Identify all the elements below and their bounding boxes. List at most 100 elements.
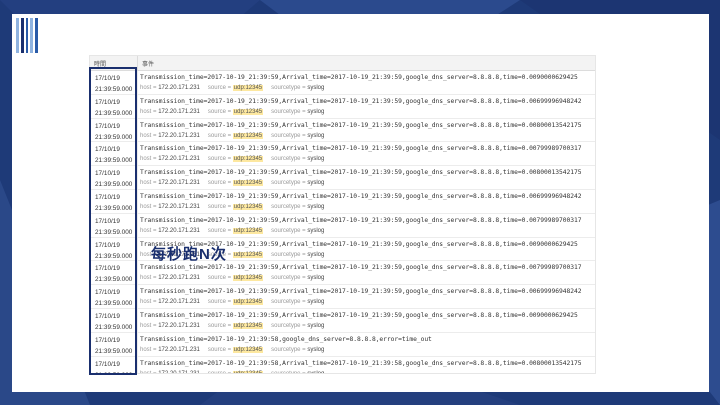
raw-event-text[interactable]: Transmission_time=2017-10-19_21:39:59,Ar… (140, 120, 595, 131)
source-field-value[interactable]: udp:12345 (232, 275, 264, 282)
host-field-value[interactable]: 172.20.171.231 (158, 109, 200, 115)
host-field-label: host = (140, 346, 157, 353)
source-field-label: source = (207, 227, 232, 234)
source-field-value[interactable]: udp:12345 (232, 346, 264, 353)
host-field-label: host = (140, 322, 157, 329)
event-cell: Transmission_time=2017-10-19_21:39:58,go… (138, 333, 595, 356)
sourcetype-field-label: sourcetype = (271, 227, 306, 234)
column-header-event[interactable]: 事件 (138, 56, 158, 70)
host-field-label: host = (140, 275, 157, 282)
event-cell: Transmission_time=2017-10-19_21:39:59,Ar… (138, 190, 595, 213)
source-field-value[interactable]: udp:12345 (232, 227, 264, 234)
sourcetype-field-label: sourcetype = (271, 251, 306, 258)
sourcetype-field-value[interactable]: syslog (307, 109, 324, 115)
source-field-label: source = (207, 346, 232, 353)
sourcetype-field-label: sourcetype = (271, 156, 306, 163)
source-field-value[interactable]: udp:12345 (232, 108, 264, 115)
event-cell: Transmission_time=2017-10-19_21:39:59,Ar… (138, 285, 595, 308)
event-cell: Transmission_time=2017-10-19_21:39:59,Ar… (138, 166, 595, 189)
table-row[interactable]: 17/10/19 21:39:59.000 Transmission_time=20… (90, 71, 595, 95)
sourcetype-field-value[interactable]: syslog (307, 85, 324, 91)
table-row[interactable]: 17/10/19 21:39:59.000 Transmission_time=20… (90, 94, 595, 119)
sourcetype-field-value[interactable]: syslog (307, 252, 324, 258)
host-field-value[interactable]: 172.20.171.231 (158, 371, 200, 373)
source-field-value[interactable]: udp:12345 (232, 203, 264, 210)
raw-event-text[interactable]: Transmission_time=2017-10-19_21:39:58,Ar… (140, 358, 595, 369)
source-field-value[interactable]: udp:12345 (232, 299, 264, 306)
source-field-label: source = (207, 180, 232, 187)
source-field-value[interactable]: udp:12345 (232, 180, 264, 187)
sourcetype-field-value[interactable]: syslog (307, 156, 324, 162)
table-row[interactable]: 17/10/19 21:39:59.000 Transmission_time=20… (90, 189, 595, 214)
table-row[interactable]: 17/10/19 21:39:59.000 Transmission_time=20… (90, 332, 595, 357)
host-field-value[interactable]: 172.20.171.231 (158, 228, 200, 234)
source-field-value[interactable]: udp:12345 (232, 322, 264, 329)
table-row[interactable]: 17/10/19 21:39:59.000 Transmission_time=20… (90, 308, 595, 333)
table-row[interactable]: 17/10/19 21:39:59.000 Transmission_time=20… (90, 213, 595, 238)
host-field-label: host = (140, 370, 157, 374)
sourcetype-field-label: sourcetype = (271, 108, 306, 115)
table-row[interactable]: 17/10/19 21:39:59.000 Transmission_time=20… (90, 166, 595, 190)
raw-event-text[interactable]: Transmission_time=2017-10-19_21:39:59,Ar… (140, 167, 595, 178)
source-field-label: source = (207, 203, 232, 210)
sourcetype-field-value[interactable]: syslog (307, 371, 324, 373)
host-field-value[interactable]: 172.20.171.231 (158, 156, 200, 162)
source-field-label: source = (207, 85, 232, 91)
raw-event-text[interactable]: Transmission_time=2017-10-19_21:39:59,Ar… (140, 286, 595, 297)
raw-event-text[interactable]: Transmission_time=2017-10-19_21:39:59,Ar… (140, 72, 595, 83)
host-field-value[interactable]: 172.20.171.231 (158, 299, 200, 305)
sourcetype-field-value[interactable]: syslog (307, 133, 324, 139)
sourcetype-field-label: sourcetype = (271, 346, 306, 353)
event-fields: host = 172.20.171.231 source = udp:12345 s… (140, 202, 595, 212)
host-field-value[interactable]: 172.20.171.231 (158, 180, 200, 186)
source-field-value[interactable]: udp:12345 (232, 370, 264, 373)
host-field-value[interactable]: 172.20.171.231 (158, 204, 200, 210)
table-row[interactable]: 17/10/19 21:39:59.000 Transmission_time=20… (90, 285, 595, 309)
sourcetype-field-label: sourcetype = (271, 132, 306, 139)
host-field-value[interactable]: 172.20.171.231 (158, 85, 200, 91)
host-field-value[interactable]: 172.20.171.231 (158, 275, 200, 281)
raw-event-text[interactable]: Transmission_time=2017-10-19_21:39:59,Ar… (140, 215, 595, 226)
sourcetype-field-value[interactable]: syslog (307, 323, 324, 329)
host-field-label: host = (140, 203, 157, 210)
table-row[interactable]: 17/10/1921:39:58.000Transmission_time=20… (90, 356, 595, 374)
table-body: 17/10/19 21:39:59.000 Transmission_time=20… (90, 71, 595, 374)
host-field-label: host = (140, 85, 157, 91)
sourcetype-field-value[interactable]: syslog (307, 204, 324, 210)
host-field-value[interactable]: 172.20.171.231 (158, 133, 200, 139)
table-row[interactable]: 17/10/19 21:39:59.000 Transmission_time=20… (90, 261, 595, 286)
event-cell: Transmission_time=2017-10-19_21:39:59,Ar… (138, 142, 595, 165)
source-field-value[interactable]: udp:12345 (232, 251, 264, 258)
source-field-value[interactable]: udp:12345 (232, 156, 264, 163)
sourcetype-field-value[interactable]: syslog (307, 275, 324, 281)
event-fields: host = 172.20.171.231 source = udp:12345 s… (140, 131, 595, 141)
raw-event-text[interactable]: Transmission_time=2017-10-19_21:39:59,Ar… (140, 310, 595, 321)
table-row[interactable]: 17/10/19 21:39:59.000 Transmission_time=20… (90, 118, 595, 143)
event-fields: host = 172.20.171.231 source = udp:12345 s… (140, 321, 595, 331)
raw-event-text[interactable]: Transmission_time=2017-10-19_21:39:59,Ar… (140, 191, 595, 202)
host-field-label: host = (140, 299, 157, 306)
host-field-value[interactable]: 172.20.171.231 (158, 347, 200, 353)
source-field-label: source = (207, 299, 232, 306)
event-cell: Transmission_time=2017-10-19_21:39:59,Ar… (138, 95, 595, 118)
event-fields: host = 172.20.171.231 source = udp:12345 s… (140, 345, 595, 355)
table-row[interactable]: 17/10/19 21:39:59.000 Transmission_time=20… (90, 142, 595, 167)
raw-event-text[interactable]: Transmission_time=2017-10-19_21:39:59,Ar… (140, 143, 595, 154)
annotation-text: 每秒跑N次 (151, 246, 227, 263)
raw-event-text[interactable]: Transmission_time=2017-10-19_21:39:58,go… (140, 334, 595, 345)
event-cell: Transmission_time=2017-10-19_21:39:59,Ar… (138, 261, 595, 284)
event-fields: host = 172.20.171.231 source = udp:12345 s… (140, 297, 595, 307)
sourcetype-field-value[interactable]: syslog (307, 299, 324, 305)
source-field-value[interactable]: udp:12345 (232, 132, 264, 139)
sourcetype-field-value[interactable]: syslog (307, 180, 324, 186)
event-cell: Transmission_time=2017-10-19_21:39:58,Ar… (138, 357, 595, 374)
host-field-value[interactable]: 172.20.171.231 (158, 323, 200, 329)
sourcetype-field-value[interactable]: syslog (307, 347, 324, 353)
source-field-label: source = (207, 370, 232, 374)
raw-event-text[interactable]: Transmission_time=2017-10-19_21:39:59,Ar… (140, 96, 595, 107)
sourcetype-field-value[interactable]: syslog (307, 228, 324, 234)
source-field-value[interactable]: udp:12345 (232, 85, 264, 91)
sourcetype-field-label: sourcetype = (271, 85, 306, 91)
event-fields: host = 172.20.171.231 source = udp:12345 s… (140, 154, 595, 164)
raw-event-text[interactable]: Transmission_time=2017-10-19_21:39:59,Ar… (140, 262, 595, 273)
